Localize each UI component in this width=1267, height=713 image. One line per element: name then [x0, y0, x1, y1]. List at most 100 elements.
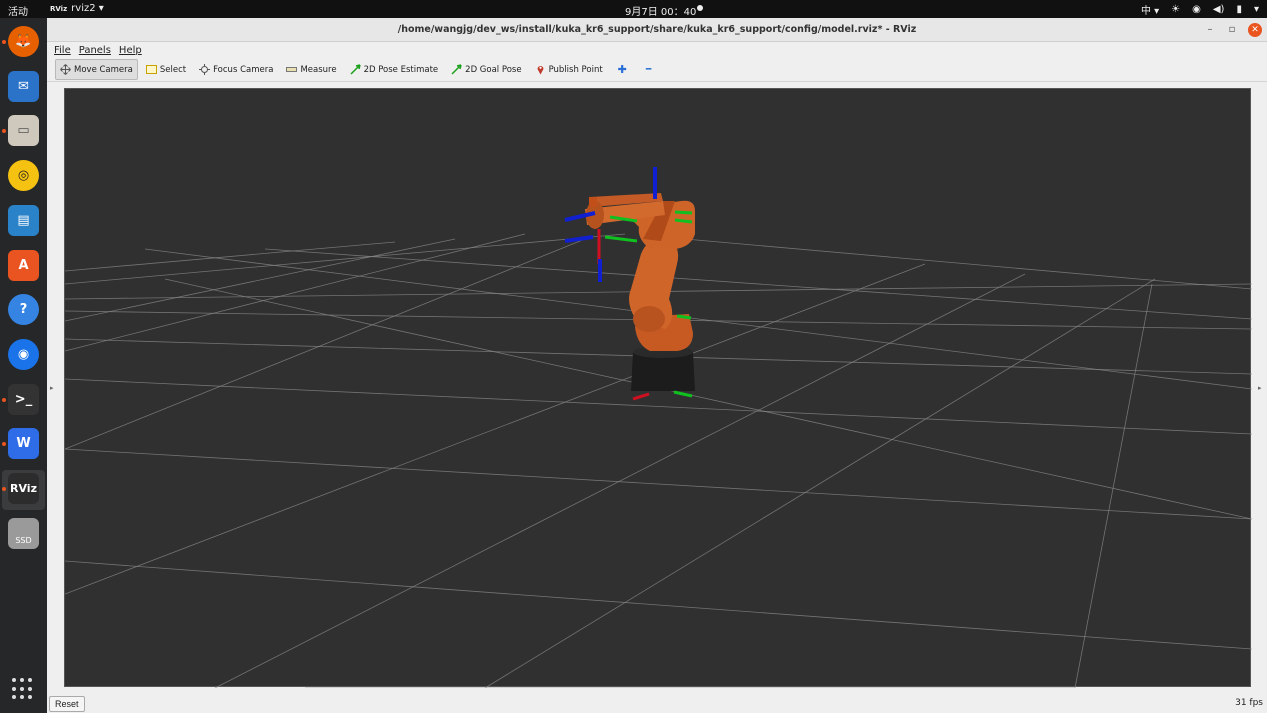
grid-line [1074, 283, 1153, 688]
tool-2d-goal-pose[interactable]: 2D Goal Pose [446, 59, 526, 80]
right-panel-expand-icon[interactable]: ▸ [1258, 384, 1262, 392]
reset-button[interactable]: Reset [49, 696, 85, 712]
software-center-icon[interactable]: A [8, 249, 39, 281]
tool-move-camera[interactable]: Move Camera [55, 59, 138, 80]
tool-label: Move Camera [74, 64, 133, 75]
robot-joint-2 [633, 306, 665, 332]
activities-button[interactable]: 活动 [8, 3, 28, 18]
grid-dot-icon [20, 686, 24, 691]
status-bar: Reset 31 fps [47, 694, 1267, 713]
grid-dot-icon [28, 686, 32, 691]
tf-z-axis [564, 235, 594, 243]
fps-counter: 31 fps [1235, 698, 1263, 708]
maximize-button[interactable]: ▫ [1225, 23, 1239, 37]
tool-select[interactable]: Select [141, 59, 191, 80]
tf-x-axis [632, 392, 650, 401]
tf-y-axis [676, 314, 692, 320]
running-indicator-dot [2, 487, 6, 491]
grid-line [164, 278, 1252, 520]
input-method-indicator[interactable]: 中 ▾ [1141, 2, 1159, 17]
rviz-small-icon: RViz [50, 4, 68, 13]
menu-help[interactable]: Help [119, 45, 142, 56]
focus-camera-icon [199, 64, 211, 75]
tool-label: 2D Goal Pose [465, 64, 522, 75]
gnome-top-bar: 活动 RViz rviz2 ▾ 9月7日 00：40 中 ▾ ☀ ◉ ◀) ▮ … [0, 0, 1267, 18]
measure-icon [286, 64, 298, 75]
grid-line [484, 278, 1156, 688]
menu-file[interactable]: File [54, 45, 71, 56]
tf-y-axis [674, 218, 693, 224]
terminal-icon[interactable]: >_ [8, 383, 39, 415]
robot-flange [589, 197, 597, 207]
goal-arrow-icon [451, 64, 462, 75]
grid-line [65, 238, 456, 322]
app-menu[interactable]: RViz rviz2 ▾ [50, 3, 104, 14]
help-icon[interactable]: ? [8, 294, 39, 326]
left-panel-expand-icon[interactable]: ▸ [50, 384, 54, 392]
move-camera-icon [60, 64, 71, 75]
grid-line [65, 560, 1252, 650]
tool-label: Focus Camera [213, 64, 274, 75]
grid-dot-icon [12, 695, 16, 700]
minus-icon: ━ [645, 64, 652, 75]
firefox-icon[interactable]: 🦊 [8, 26, 39, 57]
tool-publish-point[interactable]: Publish Point [530, 59, 608, 80]
tool-measure[interactable]: Measure [281, 59, 341, 80]
pose-arrow-icon [350, 64, 361, 75]
grid-dot-icon [12, 686, 16, 691]
tool-bar: Move Camera Select Focus Camera Measure … [47, 58, 1267, 82]
select-icon [145, 64, 157, 75]
chrome-icon[interactable]: ◉ [8, 338, 39, 370]
tool-label: Publish Point [548, 64, 603, 75]
ssd-drive-icon[interactable]: SSD [8, 517, 39, 549]
grid-dot-icon [20, 678, 24, 682]
grid-line [214, 273, 1026, 688]
grid-line [65, 233, 626, 285]
close-button[interactable]: ✕ [1248, 23, 1262, 37]
minimize-button[interactable]: – [1203, 23, 1217, 37]
volume-icon: ◀) [1212, 4, 1225, 15]
grid-dot-icon [28, 695, 32, 700]
grid-line [65, 241, 396, 272]
tf-y-axis [674, 210, 693, 215]
tool-focus-camera[interactable]: Focus Camera [194, 59, 278, 80]
libreoffice-writer-icon[interactable]: ▤ [8, 204, 39, 236]
rhythmbox-icon[interactable]: ◎ [8, 160, 39, 192]
map-pin-icon [535, 64, 546, 75]
grid-line [144, 248, 1252, 390]
grid-dot-icon [20, 695, 24, 700]
window-titlebar[interactable]: /home/wangjg/dev_ws/install/kuka_kr6_sup… [47, 18, 1267, 42]
rviz-icon[interactable]: RViz [8, 473, 39, 504]
app-menu-label: rviz2 ▾ [71, 3, 104, 14]
running-indicator-dot [2, 442, 6, 447]
running-indicator-dot [2, 397, 6, 402]
add-tool-button[interactable]: ✚ [613, 59, 632, 80]
tf-y-axis [604, 235, 638, 243]
battery-icon: ▮ [1236, 4, 1242, 15]
wps-icon[interactable]: W [8, 428, 39, 460]
notification-dot [697, 5, 703, 11]
thunderbird-icon[interactable]: ✉ [8, 70, 39, 102]
show-applications-button[interactable] [12, 678, 34, 700]
wifi-icon: ◉ [1192, 4, 1201, 15]
dock: 🦊 ✉ ▭ ◎ ▤ A? ◉ >_ W RViz SSD [0, 18, 47, 713]
clock[interactable]: 9月7日 00：40 [625, 3, 696, 18]
rviz-window: /home/wangjg/dev_ws/install/kuka_kr6_sup… [47, 18, 1267, 713]
running-indicator-dot [2, 129, 6, 134]
grid-dot-icon [28, 678, 32, 682]
running-indicator-dot [2, 40, 6, 44]
tool-label: Select [159, 64, 187, 75]
grid-line [65, 238, 586, 450]
remove-tool-button[interactable]: ━ [641, 59, 656, 80]
menu-bar: File Panels Help [47, 42, 1267, 58]
3d-scene [65, 167, 1252, 688]
menu-panels[interactable]: Panels [79, 45, 111, 56]
system-menu-chevron-icon[interactable]: ▾ [1254, 4, 1259, 15]
grid-line [65, 448, 1252, 520]
tool-2d-pose-estimate[interactable]: 2D Pose Estimate [345, 59, 444, 80]
grid-line [65, 233, 526, 352]
files-icon[interactable]: ▭ [8, 115, 39, 147]
tf-y-axis [673, 390, 693, 398]
system-tray[interactable]: 中 ▾ ☀ ◉ ◀) ▮ ▾ [1141, 2, 1259, 17]
render-viewport[interactable] [64, 88, 1252, 688]
